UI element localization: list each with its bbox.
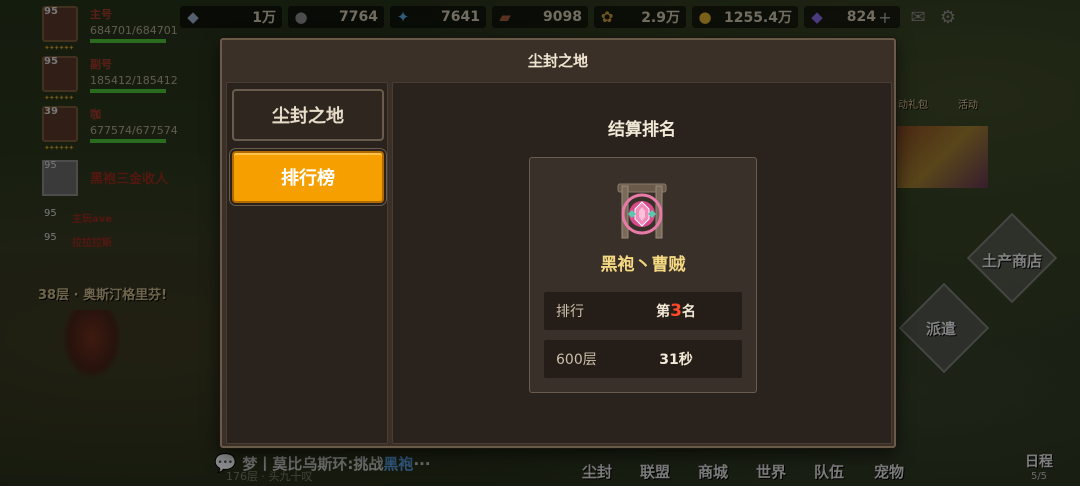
- floor-time-row: 600层 31秒: [544, 340, 742, 378]
- floor-label: 600层: [556, 352, 597, 368]
- tab-dust-land[interactable]: 尘封之地: [232, 89, 384, 141]
- tab-panel: 尘封之地 排行榜: [226, 82, 388, 444]
- ranking-dialog: 尘封之地 尘封之地 排行榜 结算排名 黑袍丶曹贼 排行 第3名 600层 31秒: [220, 38, 896, 448]
- rank-row: 排行 第3名: [544, 292, 742, 330]
- ranking-content: 结算排名 黑袍丶曹贼 排行 第3名 600层 31秒: [392, 82, 892, 444]
- tab-leaderboard[interactable]: 排行榜: [232, 151, 384, 203]
- ranked-player-name: 黑袍丶曹贼: [600, 255, 686, 275]
- settlement-ranking-heading: 结算排名: [608, 120, 676, 140]
- rank-emblem-icon: [617, 183, 667, 239]
- rank-label: 排行: [556, 304, 584, 320]
- ranking-card: 黑袍丶曹贼 排行 第3名 600层 31秒: [529, 157, 757, 393]
- clear-time: 31秒: [659, 352, 693, 368]
- rank-value: 第3名: [656, 301, 696, 321]
- dialog-title: 尘封之地: [527, 51, 588, 70]
